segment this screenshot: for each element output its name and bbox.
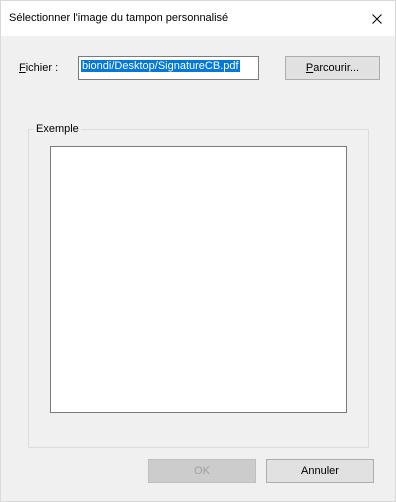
preview-area — [50, 146, 347, 413]
preview-group-legend: Exemple — [34, 123, 81, 135]
title-bar: Sélectionner l'image du tampon personnal… — [1, 1, 395, 36]
ok-button-label: OK — [194, 465, 210, 477]
file-label: Fichier : — [19, 62, 58, 74]
cancel-button[interactable]: Annuler — [266, 459, 374, 483]
dialog-title: Sélectionner l'image du tampon personnal… — [9, 12, 229, 24]
browse-button-mnemonic: P — [305, 62, 314, 74]
close-button[interactable] — [359, 1, 395, 36]
stamp-image-dialog: Sélectionner l'image du tampon personnal… — [0, 0, 396, 502]
browse-button-label: arcourir... — [313, 62, 360, 74]
file-path-value: biondi/Desktop/SignatureCB.pdf — [81, 60, 240, 72]
file-label-text: ichier : — [25, 62, 59, 74]
file-label-mnemonic: F — [19, 62, 26, 74]
cancel-button-label: Annuler — [301, 465, 339, 477]
browse-button[interactable]: Parcourir... — [285, 56, 380, 80]
close-icon — [372, 13, 382, 24]
file-path-input[interactable]: biondi/Desktop/SignatureCB.pdf — [78, 56, 259, 80]
ok-button[interactable]: OK — [148, 459, 256, 483]
